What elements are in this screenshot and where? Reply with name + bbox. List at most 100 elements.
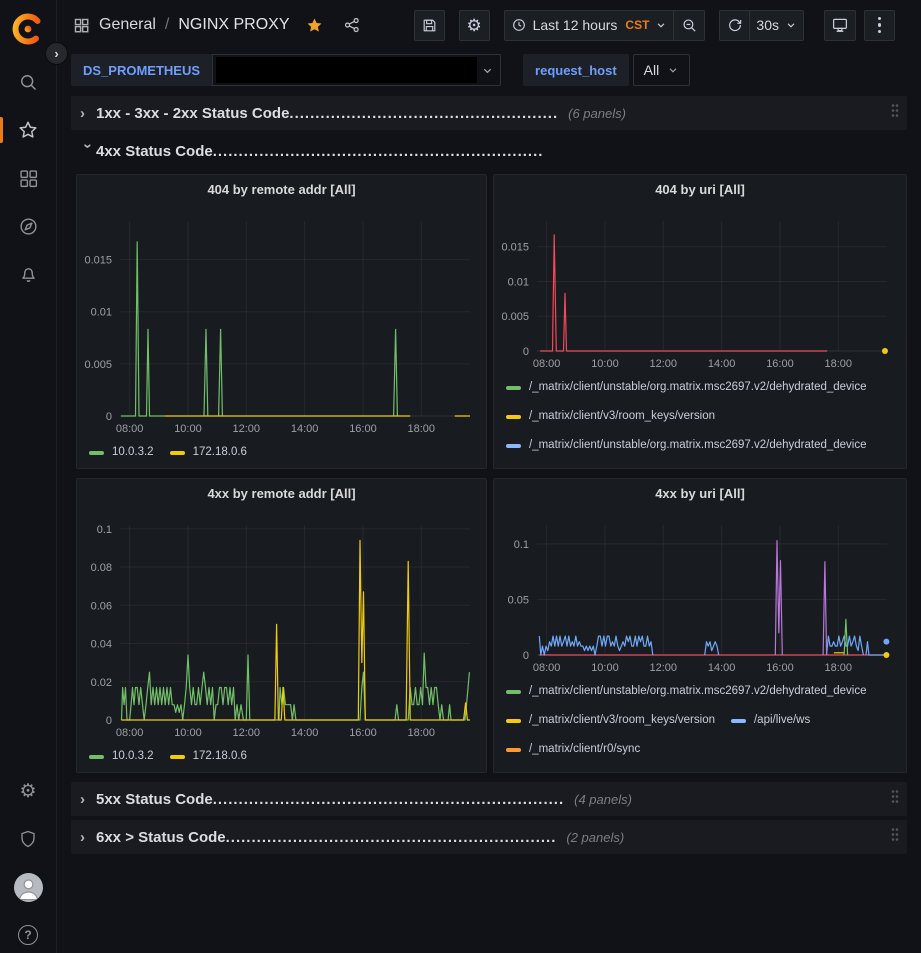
svg-text:14:00: 14:00 [291,727,319,739]
timeseries-chart[interactable]: 08:0010:0012:0014:0016:0018:0000.020.040… [78,507,484,742]
legend-item[interactable]: /api/live/ws [731,710,810,731]
row-panel-count: (6 panels) [568,106,626,121]
favorite-star-icon[interactable] [305,16,324,35]
legend-swatch [170,451,185,455]
variable-ds-dropdown[interactable] [212,54,501,86]
legend-item[interactable]: 10.0.3.2 [89,746,154,767]
svg-text:0.1: 0.1 [514,539,529,551]
kebab-icon [878,17,882,34]
row-header-5xx[interactable]: › 5xx Status Code ......................… [71,782,907,816]
legend-swatch [506,444,521,448]
sidebar-item-profile[interactable] [8,867,48,907]
panel-title[interactable]: 4xx by uri [All] [494,479,906,507]
zoom-out-time-button[interactable] [674,10,705,41]
panel-4xx-by-remote-addr: 4xx by remote addr [All] 08:00 10:00 12:00… [76,478,487,773]
refresh-button[interactable] [719,10,750,41]
legend-item[interactable]: /_matrix/client/unstable/org.matrix.msc2… [506,681,867,702]
legend-item[interactable]: /_matrix/client/v3/room_keys/version [506,710,715,731]
panel-title[interactable]: 404 by remote addr [All] [77,175,486,203]
row-drag-handle[interactable] [890,827,900,848]
variable-host-dropdown[interactable]: All [633,54,691,86]
time-range-label: Last 12 hours [533,17,618,33]
svg-text:10:00: 10:00 [174,727,202,739]
clock-icon [511,17,527,33]
row-header-6xx[interactable]: › 6xx > Status Code ....................… [71,820,907,854]
sidebar-item-starred[interactable] [8,110,48,150]
drag-dots-icon [890,789,900,805]
refresh-interval-picker[interactable]: 30s [750,10,804,41]
row-title: 1xx - 3xx - 2xx Status Code [96,105,289,122]
timeseries-chart[interactable]: 08:0010:0012:0014:0016:0018:0000.050.1 [495,507,901,677]
share-icon[interactable] [343,16,361,34]
legend-swatch [170,755,185,759]
row-drag-handle[interactable] [890,103,900,124]
panel-legend: /_matrix/client/unstable/org.matrix.msc2… [494,373,906,469]
svg-text:14:00: 14:00 [708,662,736,674]
sidebar-item-alerting[interactable] [8,254,48,294]
row-panel-count: (2 panels) [566,830,624,845]
legend-item[interactable]: /sw.js [731,464,782,469]
legend-item[interactable]: /_matrix/client/v3/room_keys/version [506,464,715,469]
panel-title[interactable]: 4xx by remote addr [All] [77,479,486,507]
row-drag-handle[interactable] [890,789,900,810]
legend-item[interactable]: /_matrix/client/unstable/org.matrix.msc2… [506,768,867,773]
sidebar-item-server-admin[interactable] [8,819,48,859]
save-dashboard-button[interactable] [414,10,445,41]
panel-legend: /_matrix/client/unstable/org.matrix.msc2… [494,677,906,773]
legend-item[interactable]: /_matrix/client/unstable/org.matrix.msc2… [506,377,867,398]
drag-dots-icon [890,827,900,843]
refresh-interval-label: 30s [756,17,779,33]
panel-title[interactable]: 404 by uri [All] [494,175,906,203]
timeseries-chart[interactable]: 08:0010:0012:0014:0016:0018:0000.0050.01… [78,203,484,438]
chevron-down-icon [785,19,797,31]
row-header-1xx-3xx-2xx[interactable]: › 1xx - 3xx - 2xx Status Code ..........… [71,96,907,130]
sidebar-item-explore[interactable] [8,206,48,246]
search-icon [18,72,39,93]
row-title-dots: ........................................… [213,791,564,808]
panel-grid: 404 by remote addr [All] 08:00 10:00 12:00… [76,174,921,773]
chevron-right-icon: › [80,105,96,122]
svg-text:16:00: 16:00 [766,358,794,370]
kebab-menu-button[interactable] [864,10,895,41]
legend-item[interactable]: /_matrix/client/r0/sync [506,739,640,760]
svg-text:18:00: 18:00 [408,423,436,435]
legend-item[interactable]: /_matrix/client/unstable/org.matrix.msc2… [506,435,867,456]
legend-label: /_matrix/client/r0/sync [529,739,640,760]
svg-text:0.05: 0.05 [508,594,529,606]
breadcrumb: General / NGINX PROXY [73,16,361,35]
svg-text:10:00: 10:00 [174,423,202,435]
gear-icon: ⚙ [19,782,36,801]
legend-item[interactable]: 172.18.0.6 [170,746,247,767]
sidebar-item-help[interactable]: ? [8,915,48,953]
svg-text:0: 0 [106,411,112,423]
row-header-4xx[interactable]: › 4xx Status Code ......................… [71,137,907,165]
svg-text:08:00: 08:00 [116,727,144,739]
help-icon: ? [18,925,38,945]
breadcrumb-dashboard-title[interactable]: NGINX PROXY [178,16,289,34]
row-title-dots: ........................................… [213,143,544,160]
grafana-logo[interactable] [11,12,45,46]
svg-text:16:00: 16:00 [766,662,794,674]
legend-item[interactable]: /_matrix/client/v3/room_keys/version [506,406,715,427]
sidebar-item-dashboards[interactable] [8,158,48,198]
legend-item[interactable]: 10.0.3.2 [89,442,154,463]
chevron-down-icon: › [80,143,97,159]
svg-text:12:00: 12:00 [233,727,261,739]
tv-mode-button[interactable] [824,10,856,41]
svg-text:0.1: 0.1 [97,524,112,536]
breadcrumb-folder[interactable]: General [99,16,156,34]
dashboards-grid-icon [18,168,39,189]
dashboards-grid-icon [73,17,90,34]
row-title: 6xx > Status Code [96,829,226,846]
sidebar-item-configuration[interactable]: ⚙ [8,771,48,811]
legend-label: /api/live/ws [754,710,810,731]
legend-item[interactable]: 172.18.0.6 [170,442,247,463]
person-icon [14,873,43,902]
timeseries-chart[interactable]: 08:0010:0012:0014:0016:0018:0000.0050.01… [495,203,901,373]
sidebar-item-search[interactable] [8,62,48,102]
chevron-down-icon [655,19,667,31]
dashboard-settings-button[interactable]: ⚙ [459,10,490,41]
sidebar-expand-button[interactable]: › [45,42,68,65]
svg-text:14:00: 14:00 [708,358,736,370]
time-range-picker[interactable]: Last 12 hours CST [504,10,675,41]
